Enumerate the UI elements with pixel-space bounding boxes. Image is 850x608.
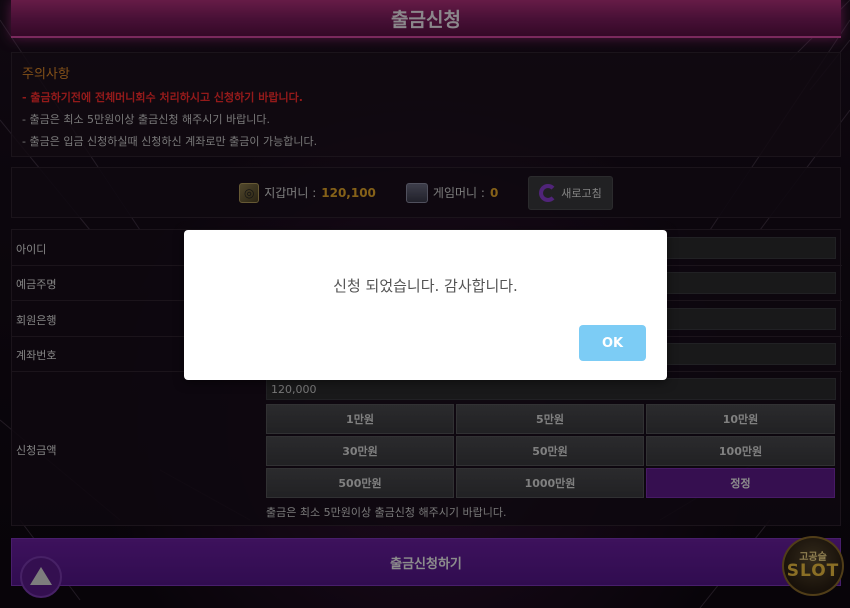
alert-message: 신청 되었습니다. 감사합니다. — [333, 277, 518, 295]
alert-dialog: 신청 되었습니다. 감사합니다. OK — [184, 230, 667, 380]
ok-button[interactable]: OK — [579, 325, 646, 361]
